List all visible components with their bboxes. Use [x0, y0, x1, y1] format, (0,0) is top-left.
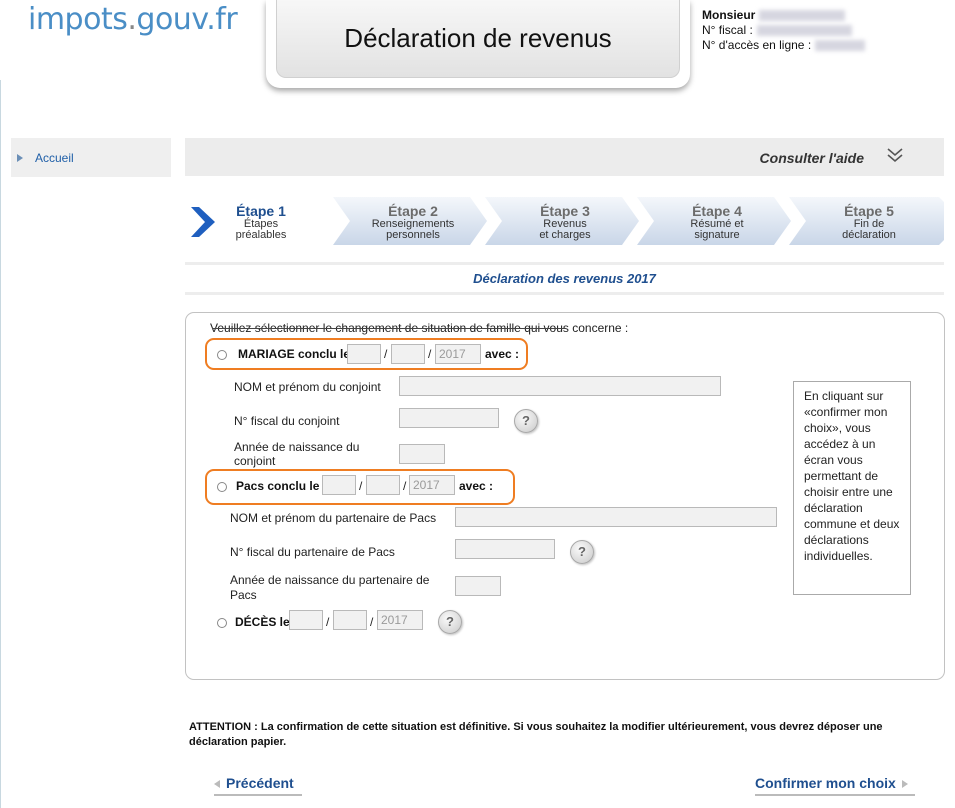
help-question-icon[interactable]: ? — [514, 409, 538, 433]
access-number-label: N° d'accès en ligne : — [702, 38, 812, 52]
step-3-title: Étape 3 — [540, 203, 590, 219]
divider — [185, 262, 944, 265]
arrow-left-icon — [214, 780, 220, 789]
redacted-name — [759, 10, 846, 22]
attention-message: ATTENTION : La confirmation de cette sit… — [189, 721, 883, 748]
confirm-underline — [755, 794, 915, 796]
partenaire-birth-label-line2: Pacs — [230, 588, 257, 602]
mariage-label: MARIAGE conclu le — [238, 347, 351, 361]
date-separator: / — [428, 347, 432, 361]
deces-year-input[interactable]: 2017 — [377, 610, 423, 630]
conjoint-name-label: NOM et prénom du conjoint — [234, 380, 381, 394]
redacted-access — [815, 40, 866, 52]
date-separator: / — [403, 479, 407, 493]
arrow-right-icon — [17, 154, 23, 162]
step-3: Étape 3 Revenus et charges — [507, 195, 623, 245]
step-4-title: Étape 4 — [692, 203, 742, 219]
previous-link[interactable]: Précédent — [214, 775, 294, 791]
date-separator: / — [326, 615, 330, 629]
conjoint-name-input[interactable] — [399, 376, 721, 396]
partenaire-fiscal-input[interactable] — [455, 539, 555, 559]
step-4-line2: signature — [694, 229, 740, 241]
sidebar-item-label: Accueil — [35, 151, 74, 165]
previous-underline — [214, 794, 302, 796]
help-link[interactable]: Consulter l'aide — [760, 150, 864, 166]
intro-strike-line — [212, 328, 566, 329]
sidebar: Accueil — [11, 138, 171, 177]
step-4: Étape 4 Résumé et signature — [659, 195, 775, 245]
pacs-day-input[interactable] — [322, 475, 356, 495]
conjoint-birth-input[interactable] — [399, 444, 445, 464]
pacs-label: Pacs conclu le — [236, 479, 320, 493]
conjoint-birth-label: Année de naissance du conjoint — [234, 440, 359, 468]
step-1-line2: préalables — [235, 229, 287, 241]
conjoint-fiscal-input[interactable] — [399, 408, 499, 428]
step-3-line2: et charges — [539, 229, 591, 241]
conjoint-fiscal-label: N° fiscal du conjoint — [234, 414, 340, 428]
user-info: Monsieur N° fiscal : N° d'accès en ligne… — [702, 8, 866, 53]
pacs-avec-label: avec : — [459, 479, 494, 493]
step-5: Étape 5 Fin de déclaration — [811, 195, 927, 245]
partenaire-birth-input[interactable] — [455, 576, 501, 596]
deces-day-input[interactable] — [289, 610, 323, 630]
step-2-title: Étape 2 — [388, 203, 438, 219]
divider — [185, 292, 944, 295]
step-5-title: Étape 5 — [844, 203, 894, 219]
step-2-line2: personnels — [386, 229, 440, 241]
mariage-year-input[interactable]: 2017 — [435, 344, 481, 364]
conjoint-birth-label-line1: Année de naissance du — [234, 440, 360, 454]
pacs-month-input[interactable] — [366, 475, 400, 495]
user-name-label: Monsieur — [702, 8, 756, 22]
info-note: En cliquant sur «confirmer mon choix», v… — [793, 381, 911, 595]
logo-main-text: impots — [28, 2, 128, 37]
step-progress: Étape 1 Étapes préalables Étape 2 Rensei… — [185, 195, 944, 247]
confirm-choice-label: Confirmer mon choix — [755, 775, 896, 791]
step-2: Étape 2 Renseignements personnels — [355, 195, 471, 245]
partenaire-name-input[interactable] — [455, 507, 777, 527]
impots-gouv-logo[interactable]: impots.gouv.fr — [28, 2, 238, 37]
confirm-choice-link[interactable]: Confirmer mon choix — [755, 775, 908, 791]
pacs-radio[interactable] — [217, 482, 227, 492]
deces-month-input[interactable] — [333, 610, 367, 630]
redacted-fiscal — [756, 25, 852, 37]
current-step-arrow-icon — [191, 207, 215, 237]
mariage-day-input[interactable] — [347, 344, 381, 364]
help-question-icon[interactable]: ? — [438, 610, 462, 634]
step-1-title: Étape 1 — [236, 203, 286, 219]
page-title: Déclaration de revenus — [276, 0, 680, 78]
page-title-tab: Déclaration de revenus — [266, 0, 690, 88]
sidebar-item-accueil[interactable]: Accueil — [17, 151, 74, 165]
mariage-avec-label: avec : — [485, 347, 520, 361]
partenaire-fiscal-label: N° fiscal du partenaire de Pacs — [230, 545, 395, 559]
partenaire-birth-label: Année de naissance du partenaire de Pacs — [230, 573, 429, 603]
arrow-right-icon — [901, 780, 908, 789]
conjoint-birth-label-line2: conjoint — [234, 454, 276, 468]
help-question-icon[interactable]: ? — [570, 540, 594, 564]
step-1: Étape 1 Étapes préalables — [223, 195, 299, 245]
page-border — [0, 80, 1, 808]
partenaire-name-label: NOM et prénom du partenaire de Pacs — [230, 511, 437, 525]
partenaire-birth-label-line1: Année de naissance du partenaire de — [230, 573, 430, 587]
pacs-year-input[interactable]: 2017 — [409, 475, 455, 495]
mariage-radio[interactable] — [217, 350, 227, 360]
step-5-line2: déclaration — [842, 229, 896, 241]
deces-label: DÉCÈS le — [235, 615, 290, 629]
logo-tail-text: gouv.fr — [136, 2, 238, 37]
previous-label: Précédent — [226, 775, 294, 791]
date-separator: / — [384, 347, 388, 361]
section-title: Déclaration des revenus 2017 — [473, 271, 656, 286]
double-chevron-down-icon[interactable] — [886, 146, 904, 164]
date-separator: / — [359, 479, 363, 493]
help-bar: Consulter l'aide — [185, 138, 944, 176]
fiscal-number-label: N° fiscal : — [702, 23, 753, 37]
mariage-month-input[interactable] — [391, 344, 425, 364]
deces-radio[interactable] — [217, 618, 227, 628]
date-separator: / — [370, 615, 374, 629]
